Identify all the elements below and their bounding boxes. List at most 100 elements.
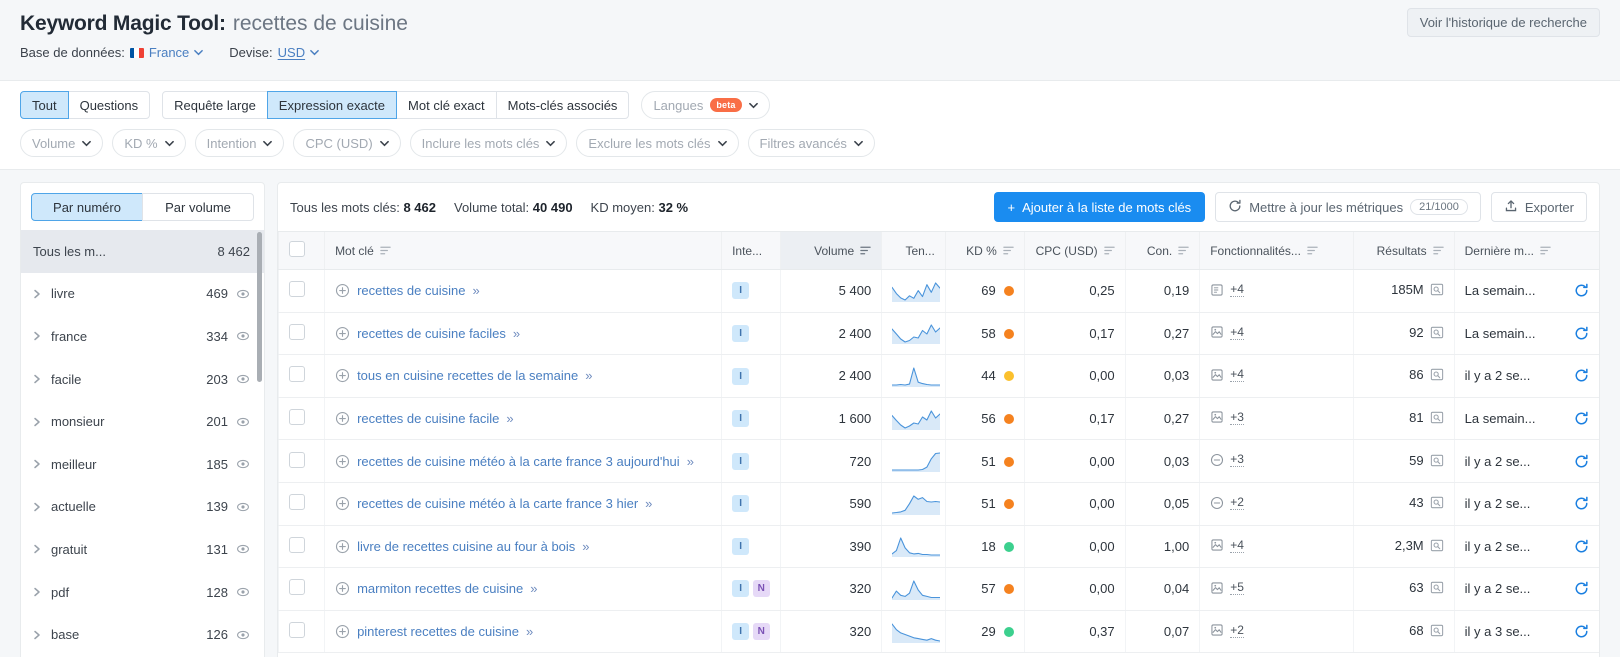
eye-icon[interactable] bbox=[236, 287, 250, 301]
sort-icon[interactable] bbox=[1003, 245, 1014, 256]
sort-icon[interactable] bbox=[380, 245, 391, 256]
eye-icon[interactable] bbox=[236, 542, 250, 556]
languages-filter[interactable]: Langues beta bbox=[641, 91, 770, 119]
cell-select[interactable] bbox=[278, 269, 325, 313]
filter-advanced[interactable]: Filtres avancés bbox=[747, 129, 875, 157]
row-refresh-icon[interactable] bbox=[1574, 326, 1589, 341]
chevron-right-icon[interactable] bbox=[33, 331, 47, 341]
row-checkbox[interactable] bbox=[289, 409, 305, 426]
serp-features-more[interactable]: +3 bbox=[1230, 410, 1244, 425]
chevron-right-icon[interactable] bbox=[33, 630, 47, 640]
sidebar-item-monsieur[interactable]: monsieur 201 bbox=[21, 400, 264, 443]
table-row[interactable]: livre de recettes cuisine au four à bois… bbox=[278, 525, 1599, 569]
sort-icon[interactable] bbox=[1178, 245, 1189, 256]
add-keyword-icon[interactable] bbox=[335, 624, 350, 639]
tab-requete-large[interactable]: Requête large bbox=[162, 91, 268, 119]
row-checkbox[interactable] bbox=[289, 494, 305, 511]
keyword-expand-icon[interactable]: » bbox=[506, 411, 513, 426]
sort-icon[interactable] bbox=[1307, 245, 1318, 256]
sidebar-item-actuelle[interactable]: actuelle 139 bbox=[21, 486, 264, 529]
tab-tout[interactable]: Tout bbox=[20, 91, 69, 119]
row-refresh-icon[interactable] bbox=[1574, 283, 1589, 298]
serp-features-more[interactable]: +3 bbox=[1230, 452, 1244, 468]
keyword-expand-icon[interactable]: » bbox=[530, 581, 537, 596]
row-refresh-icon[interactable] bbox=[1574, 411, 1589, 426]
row-checkbox[interactable] bbox=[289, 579, 305, 596]
sidebar-item-base[interactable]: base 126 bbox=[21, 613, 264, 656]
search-history-button[interactable]: Voir l'historique de recherche bbox=[1406, 8, 1600, 37]
keyword-link[interactable]: livre de recettes cuisine au four à bois bbox=[357, 539, 575, 554]
serp-results-icon[interactable] bbox=[1430, 326, 1444, 342]
sidebar-item-livre[interactable]: livre 469 bbox=[21, 273, 264, 316]
add-keyword-icon[interactable] bbox=[335, 539, 350, 554]
intent-badge-i[interactable]: I bbox=[732, 495, 750, 513]
sort-icon[interactable] bbox=[1540, 245, 1551, 256]
keyword-link[interactable]: recettes de cuisine bbox=[357, 283, 465, 298]
cell-select[interactable] bbox=[278, 354, 325, 398]
intent-badge-i[interactable]: I bbox=[732, 537, 750, 555]
update-metrics-button[interactable]: Mettre à jour les métriques 21/1000 bbox=[1215, 192, 1481, 222]
serp-features-more[interactable]: +4 bbox=[1230, 325, 1244, 340]
intent-badge-i[interactable]: I bbox=[732, 282, 750, 300]
cell-select[interactable] bbox=[278, 397, 325, 441]
serp-results-icon[interactable] bbox=[1430, 411, 1444, 427]
add-keyword-icon[interactable] bbox=[335, 283, 350, 298]
row-refresh-icon[interactable] bbox=[1574, 496, 1589, 511]
table-row[interactable]: tous en cuisine recettes de la semaine » I… bbox=[278, 354, 1599, 398]
add-keyword-icon[interactable] bbox=[335, 368, 350, 383]
cell-select[interactable] bbox=[278, 482, 325, 526]
sort-icon[interactable] bbox=[1432, 245, 1444, 256]
row-refresh-icon[interactable] bbox=[1574, 581, 1589, 596]
toggle-par-volume[interactable]: Par volume bbox=[142, 193, 254, 221]
row-refresh-icon[interactable] bbox=[1574, 368, 1589, 383]
table-row[interactable]: recettes de cuisine météo à la carte fra… bbox=[278, 482, 1599, 526]
th-keyword[interactable]: Mot clé bbox=[324, 231, 722, 270]
cell-select[interactable] bbox=[278, 567, 325, 611]
tab-expression-exacte[interactable]: Expression exacte bbox=[266, 91, 398, 119]
eye-icon[interactable] bbox=[236, 585, 250, 599]
intent-badge-i[interactable]: I bbox=[732, 367, 750, 385]
table-row[interactable]: recettes de cuisine facile » I 1 600 56 0,17 0… bbox=[278, 397, 1599, 441]
row-checkbox[interactable] bbox=[289, 536, 305, 553]
intent-badge-n[interactable]: N bbox=[752, 623, 770, 641]
keyword-expand-icon[interactable]: » bbox=[472, 283, 479, 298]
cell-select[interactable] bbox=[278, 525, 325, 569]
database-selector[interactable]: Base de données: France bbox=[20, 45, 204, 60]
add-to-keyword-list-button[interactable]: + Ajouter à la liste de mots clés bbox=[993, 192, 1206, 222]
sidebar-item-all[interactable]: Tous les m... 8 462 bbox=[21, 230, 264, 273]
serp-features-more[interactable]: +4 bbox=[1230, 538, 1244, 553]
tab-questions[interactable]: Questions bbox=[67, 91, 151, 119]
chevron-right-icon[interactable] bbox=[33, 459, 47, 469]
cell-select[interactable] bbox=[278, 610, 325, 654]
keyword-link[interactable]: recettes de cuisine facile bbox=[357, 411, 499, 426]
filter-kd[interactable]: KD % bbox=[112, 129, 186, 157]
keyword-expand-icon[interactable]: » bbox=[645, 496, 652, 511]
keyword-link[interactable]: tous en cuisine recettes de la semaine bbox=[357, 368, 578, 383]
sidebar-item-pdf[interactable]: pdf 128 bbox=[21, 571, 264, 614]
keyword-link[interactable]: recettes de cuisine météo à la carte fra… bbox=[357, 454, 680, 469]
chevron-right-icon[interactable] bbox=[33, 544, 47, 554]
chevron-right-icon[interactable] bbox=[33, 374, 47, 384]
currency-value[interactable]: USD bbox=[278, 45, 305, 60]
row-refresh-icon[interactable] bbox=[1574, 539, 1589, 554]
table-row[interactable]: recettes de cuisine météo à la carte fra… bbox=[278, 439, 1599, 483]
intent-badge-n[interactable]: N bbox=[752, 580, 770, 598]
serp-results-icon[interactable] bbox=[1430, 454, 1444, 470]
serp-results-icon[interactable] bbox=[1430, 624, 1444, 640]
database-value[interactable]: France bbox=[149, 45, 189, 60]
table-row[interactable]: recettes de cuisine faciles » I 2 400 58 0,17… bbox=[278, 312, 1599, 356]
currency-selector[interactable]: Devise: USD bbox=[229, 45, 319, 60]
th-results[interactable]: Résultats bbox=[1352, 231, 1455, 270]
serp-features-more[interactable]: +2 bbox=[1230, 623, 1244, 638]
serp-results-icon[interactable] bbox=[1430, 539, 1444, 555]
th-serp-features[interactable]: Fonctionnalités... bbox=[1199, 231, 1354, 270]
add-keyword-icon[interactable] bbox=[335, 454, 350, 469]
keyword-expand-icon[interactable]: » bbox=[585, 368, 592, 383]
eye-icon[interactable] bbox=[236, 457, 250, 471]
filter-cpc[interactable]: CPC (USD) bbox=[293, 129, 401, 157]
eye-icon[interactable] bbox=[236, 500, 250, 514]
intent-badge-i[interactable]: I bbox=[732, 580, 750, 598]
sidebar-item-france[interactable]: france 334 bbox=[21, 315, 264, 358]
sidebar-item-facile[interactable]: facile 203 bbox=[21, 358, 264, 401]
th-kd[interactable]: KD % bbox=[944, 231, 1025, 270]
